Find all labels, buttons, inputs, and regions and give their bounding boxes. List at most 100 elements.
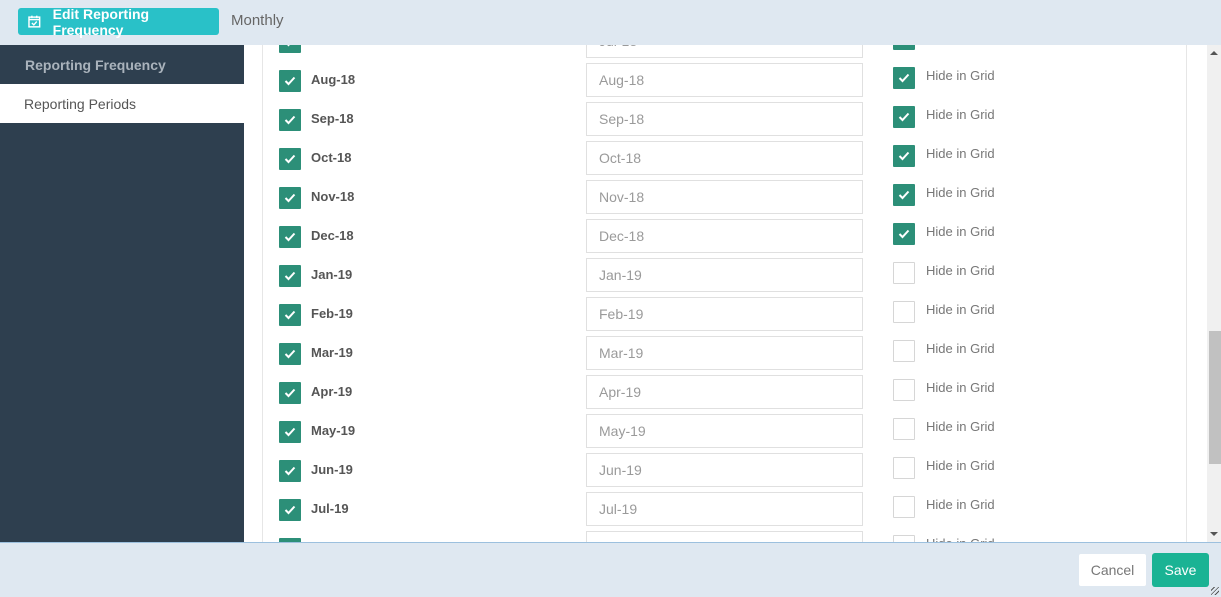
period-enabled-checkbox[interactable] bbox=[279, 499, 301, 521]
period-enabled-checkbox[interactable] bbox=[279, 460, 301, 482]
period-row: Aug-19Hide in Grid bbox=[263, 530, 1188, 542]
sidebar-item-reporting-periods[interactable]: Reporting Periods bbox=[0, 84, 244, 123]
period-enabled-checkbox[interactable] bbox=[279, 187, 301, 209]
checkmark-icon bbox=[284, 349, 296, 359]
vertical-scrollbar[interactable] bbox=[1207, 45, 1221, 542]
periods-panel: Jul-18 Hide in Grid Aug-18 Hide in Grid Sep-… bbox=[262, 45, 1187, 542]
period-enabled-checkbox[interactable] bbox=[279, 45, 301, 53]
hide-in-grid-label: Hide in Grid bbox=[926, 458, 995, 473]
checkmark-icon bbox=[284, 76, 296, 86]
period-row: Jun-19 Hide in Grid bbox=[263, 452, 1188, 491]
frequency-value: Monthly bbox=[231, 12, 284, 29]
period-label: May-19 bbox=[311, 423, 356, 438]
hide-in-grid-checkbox[interactable] bbox=[893, 535, 915, 542]
period-name-input[interactable] bbox=[586, 258, 863, 292]
period-label: Jul-19 bbox=[311, 501, 349, 516]
checkmark-icon bbox=[898, 229, 910, 239]
period-name-input[interactable] bbox=[586, 375, 863, 409]
reporting-periods-content: Jul-18 Hide in Grid Aug-18 Hide in Grid Sep-… bbox=[244, 45, 1207, 542]
checkmark-icon bbox=[284, 427, 296, 437]
period-enabled-checkbox[interactable] bbox=[279, 382, 301, 404]
period-name-input[interactable] bbox=[586, 336, 863, 370]
period-row: Oct-18 Hide in Grid bbox=[263, 140, 1188, 179]
hide-in-grid-label: Hide in Grid bbox=[926, 146, 995, 161]
hide-in-grid-checkbox[interactable] bbox=[893, 262, 915, 284]
hide-in-grid-checkbox[interactable] bbox=[893, 145, 915, 167]
hide-in-grid-checkbox[interactable] bbox=[893, 223, 915, 245]
period-name-input[interactable] bbox=[586, 141, 863, 175]
checkmark-icon bbox=[898, 151, 910, 161]
period-row: Feb-19 Hide in Grid bbox=[263, 296, 1188, 335]
checkmark-icon bbox=[898, 112, 910, 122]
resize-handle-icon[interactable] bbox=[1211, 587, 1219, 595]
hide-in-grid-label: Hide in Grid bbox=[926, 68, 995, 83]
checkmark-icon bbox=[284, 505, 296, 515]
hide-in-grid-checkbox[interactable] bbox=[893, 379, 915, 401]
period-label: Jun-19 bbox=[311, 462, 353, 477]
checkmark-icon bbox=[284, 310, 296, 320]
period-label: Feb-19 bbox=[311, 306, 353, 321]
period-enabled-checkbox[interactable] bbox=[279, 421, 301, 443]
hide-in-grid-label: Hide in Grid bbox=[926, 224, 995, 239]
period-enabled-checkbox[interactable] bbox=[279, 226, 301, 248]
period-row: Dec-18 Hide in Grid bbox=[263, 218, 1188, 257]
period-enabled-checkbox[interactable] bbox=[279, 70, 301, 92]
checkmark-icon bbox=[284, 388, 296, 398]
hide-in-grid-label: Hide in Grid bbox=[926, 341, 995, 356]
period-enabled-checkbox[interactable] bbox=[279, 265, 301, 287]
checkmark-icon bbox=[898, 190, 910, 200]
period-name-input[interactable] bbox=[586, 531, 863, 542]
period-name-input[interactable] bbox=[586, 297, 863, 331]
period-enabled-checkbox[interactable] bbox=[279, 343, 301, 365]
period-label: Jul-18 bbox=[311, 45, 349, 48]
period-name-input[interactable] bbox=[586, 45, 863, 58]
scrollbar-thumb[interactable] bbox=[1209, 331, 1221, 464]
top-bar: Edit Reporting Frequency Monthly bbox=[0, 0, 1221, 45]
period-label: Aug-18 bbox=[311, 72, 356, 87]
period-label: Dec-18 bbox=[311, 228, 354, 243]
checkmark-icon bbox=[287, 45, 290, 47]
hide-in-grid-label: Hide in Grid bbox=[926, 380, 995, 395]
calendar-check-icon bbox=[28, 15, 41, 28]
hide-in-grid-checkbox[interactable] bbox=[893, 45, 915, 50]
checkmark-icon bbox=[898, 73, 910, 83]
period-name-input[interactable] bbox=[586, 180, 863, 214]
sidebar: Reporting Frequency Reporting Periods bbox=[0, 45, 244, 542]
period-enabled-checkbox[interactable] bbox=[279, 148, 301, 170]
period-row: Jan-19 Hide in Grid bbox=[263, 257, 1188, 296]
period-name-input[interactable] bbox=[586, 414, 863, 448]
checkmark-icon bbox=[284, 193, 296, 203]
hide-in-grid-label: Hide in Grid bbox=[926, 263, 995, 278]
period-label: Oct-18 bbox=[311, 150, 352, 165]
period-row: May-19 Hide in Grid bbox=[263, 413, 1188, 452]
save-button[interactable]: Save bbox=[1152, 553, 1209, 587]
period-name-input[interactable] bbox=[586, 219, 863, 253]
period-name-input[interactable] bbox=[586, 63, 863, 97]
hide-in-grid-checkbox[interactable] bbox=[893, 418, 915, 440]
sidebar-item-reporting-frequency[interactable]: Reporting Frequency bbox=[0, 45, 244, 84]
period-enabled-checkbox[interactable] bbox=[279, 109, 301, 131]
hide-in-grid-checkbox[interactable] bbox=[893, 106, 915, 128]
period-name-input[interactable] bbox=[586, 492, 863, 526]
checkmark-icon bbox=[284, 466, 296, 476]
period-enabled-checkbox[interactable] bbox=[279, 304, 301, 326]
hide-in-grid-checkbox[interactable] bbox=[893, 184, 915, 206]
period-row: Sep-18 Hide in Grid bbox=[263, 101, 1188, 140]
hide-in-grid-checkbox[interactable] bbox=[893, 340, 915, 362]
period-name-input[interactable] bbox=[586, 453, 863, 487]
hide-in-grid-checkbox[interactable] bbox=[893, 67, 915, 89]
scroll-down-arrow-icon[interactable] bbox=[1210, 532, 1218, 536]
period-label: Mar-19 bbox=[311, 345, 353, 360]
hide-in-grid-checkbox[interactable] bbox=[893, 301, 915, 323]
footer: Cancel Save bbox=[0, 542, 1221, 597]
edit-reporting-frequency-button[interactable]: Edit Reporting Frequency bbox=[18, 5, 219, 38]
edit-button-label: Edit Reporting Frequency bbox=[52, 5, 150, 38]
period-row: Nov-18 Hide in Grid bbox=[263, 179, 1188, 218]
period-name-input[interactable] bbox=[586, 102, 863, 136]
period-label: Jan-19 bbox=[311, 267, 353, 282]
cancel-button[interactable]: Cancel bbox=[1079, 554, 1146, 586]
checkmark-icon bbox=[284, 271, 296, 281]
scroll-up-arrow-icon[interactable] bbox=[1210, 51, 1218, 55]
hide-in-grid-checkbox[interactable] bbox=[893, 496, 915, 518]
hide-in-grid-checkbox[interactable] bbox=[893, 457, 915, 479]
